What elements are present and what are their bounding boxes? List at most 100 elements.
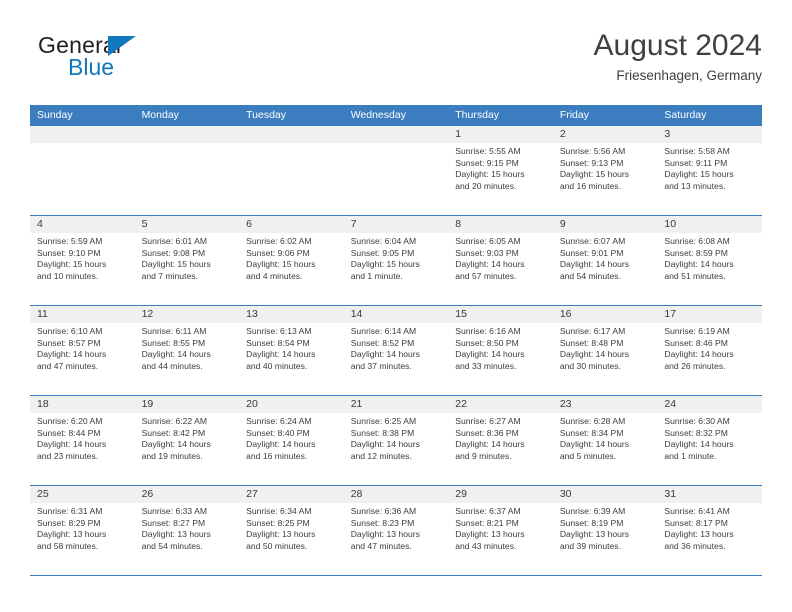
day-detail-line: Sunrise: 6:33 AM bbox=[141, 506, 208, 516]
weekday-header-wednesday: Wednesday bbox=[350, 109, 406, 121]
calendar-day-30[interactable]: 30 Sunrise: 6:39 AM Sunset: 8:19 PM Dayligh… bbox=[552, 486, 658, 575]
calendar-day-11[interactable]: 11 Sunrise: 6:10 AM Sunset: 8:57 PM Dayligh… bbox=[30, 306, 135, 395]
calendar-day-17[interactable]: 17 Sunrise: 6:19 AM Sunset: 8:46 PM Dayligh… bbox=[657, 306, 762, 395]
day-detail-line: Sunset: 9:13 PM bbox=[559, 157, 624, 168]
day-details: Sunrise: 6:34 AM Sunset: 8:25 PM Daylight:… bbox=[239, 503, 344, 552]
calendar-day-16[interactable]: 16 Sunrise: 6:17 AM Sunset: 8:48 PM Dayligh… bbox=[552, 306, 658, 395]
day-details bbox=[135, 143, 240, 146]
day-number: 27 bbox=[239, 486, 344, 503]
day-detail-line: Sunset: 8:55 PM bbox=[141, 337, 206, 348]
calendar-day-2[interactable]: 2 Sunrise: 5:56 AM Sunset: 9:13 PM Daylight… bbox=[552, 126, 658, 215]
day-number: 16 bbox=[552, 306, 658, 323]
day-detail-line: Sunrise: 6:25 AM bbox=[350, 416, 417, 426]
calendar-week-row: 25 Sunrise: 6:31 AM Sunset: 8:29 PM Dayligh… bbox=[30, 486, 762, 576]
calendar-day-14[interactable]: 14 Sunrise: 6:14 AM Sunset: 8:52 PM Dayligh… bbox=[343, 306, 449, 395]
day-detail-line: Daylight: 14 hours bbox=[664, 259, 734, 270]
calendar-day-19[interactable]: 19 Sunrise: 6:22 AM Sunset: 8:42 PM Dayligh… bbox=[134, 396, 240, 485]
day-detail-line: and 23 minutes. bbox=[37, 450, 99, 461]
day-number: 20 bbox=[239, 396, 344, 413]
calendar-day-4[interactable]: 4 Sunrise: 5:59 AM Sunset: 9:10 PM Daylight… bbox=[30, 216, 135, 305]
day-details: Sunrise: 6:17 AM Sunset: 8:48 PM Daylight:… bbox=[553, 323, 658, 372]
day-details: Sunrise: 6:31 AM Sunset: 8:29 PM Daylight:… bbox=[30, 503, 135, 552]
general-blue-logo[interactable]: General Blue bbox=[38, 32, 218, 92]
day-details: Sunrise: 6:13 AM Sunset: 8:54 PM Daylight:… bbox=[239, 323, 344, 372]
day-detail-line: and 36 minutes. bbox=[664, 540, 726, 551]
day-detail-line: Sunrise: 6:22 AM bbox=[141, 416, 208, 426]
calendar-day-26[interactable]: 26 Sunrise: 6:33 AM Sunset: 8:27 PM Dayligh… bbox=[134, 486, 240, 575]
day-detail-line: Sunrise: 6:31 AM bbox=[37, 506, 103, 516]
calendar-day-23[interactable]: 23 Sunrise: 6:28 AM Sunset: 8:34 PM Dayligh… bbox=[552, 396, 658, 485]
day-detail-line: and 37 minutes. bbox=[350, 360, 412, 371]
calendar-day-13[interactable]: 13 Sunrise: 6:13 AM Sunset: 8:54 PM Dayligh… bbox=[239, 306, 344, 395]
day-details: Sunrise: 6:36 AM Sunset: 8:23 PM Daylight:… bbox=[344, 503, 449, 552]
day-number: 22 bbox=[448, 396, 553, 413]
calendar-day-21[interactable]: 21 Sunrise: 6:25 AM Sunset: 8:38 PM Dayligh… bbox=[343, 396, 449, 485]
weekday-header-thursday: Thursday bbox=[455, 109, 500, 121]
calendar-week-row: 4 Sunrise: 5:59 AM Sunset: 9:10 PM Daylight… bbox=[30, 216, 762, 306]
day-detail-line: and 54 minutes. bbox=[559, 270, 621, 281]
day-detail-line: and 1 minute. bbox=[664, 450, 717, 461]
calendar-day-31[interactable]: 31 Sunrise: 6:41 AM Sunset: 8:17 PM Dayligh… bbox=[657, 486, 762, 575]
day-detail-line: Sunrise: 6:34 AM bbox=[246, 506, 312, 516]
day-details: Sunrise: 6:07 AM Sunset: 9:01 PM Daylight:… bbox=[553, 233, 658, 282]
day-number bbox=[134, 126, 240, 143]
day-detail-line: Daylight: 14 hours bbox=[246, 439, 316, 450]
day-detail-line: and 26 minutes. bbox=[664, 360, 726, 371]
day-detail-line: Sunrise: 6:01 AM bbox=[141, 236, 208, 246]
day-details: Sunrise: 5:59 AM Sunset: 9:10 PM Daylight:… bbox=[30, 233, 135, 282]
calendar-day-8[interactable]: 8 Sunrise: 6:05 AM Sunset: 9:03 PM Daylight… bbox=[448, 216, 553, 305]
calendar-day-9[interactable]: 9 Sunrise: 6:07 AM Sunset: 9:01 PM Daylight… bbox=[552, 216, 658, 305]
calendar-day-22[interactable]: 22 Sunrise: 6:27 AM Sunset: 8:36 PM Dayligh… bbox=[448, 396, 553, 485]
day-detail-line: Sunrise: 6:17 AM bbox=[559, 326, 626, 336]
weekday-header-tuesday: Tuesday bbox=[246, 109, 287, 121]
calendar-week-row: 1 Sunrise: 5:55 AM Sunset: 9:15 PM Daylight… bbox=[30, 126, 762, 216]
calendar-day-25[interactable]: 25 Sunrise: 6:31 AM Sunset: 8:29 PM Dayligh… bbox=[30, 486, 135, 575]
day-detail-line: Sunrise: 6:04 AM bbox=[350, 236, 417, 246]
day-detail-line: Daylight: 14 hours bbox=[664, 349, 734, 360]
calendar-day-7[interactable]: 7 Sunrise: 6:04 AM Sunset: 9:05 PM Daylight… bbox=[343, 216, 449, 305]
calendar-day-27[interactable]: 27 Sunrise: 6:34 AM Sunset: 8:25 PM Dayligh… bbox=[239, 486, 344, 575]
calendar-day-15[interactable]: 15 Sunrise: 6:16 AM Sunset: 8:50 PM Dayligh… bbox=[448, 306, 553, 395]
day-detail-line: Sunset: 8:36 PM bbox=[455, 427, 519, 438]
day-detail-line: Sunset: 8:42 PM bbox=[141, 427, 206, 438]
day-detail-line: Sunset: 8:25 PM bbox=[246, 517, 310, 528]
calendar-day-20[interactable]: 20 Sunrise: 6:24 AM Sunset: 8:40 PM Dayligh… bbox=[239, 396, 344, 485]
day-details: Sunrise: 6:19 AM Sunset: 8:46 PM Daylight:… bbox=[657, 323, 762, 372]
day-detail-line: Sunrise: 6:16 AM bbox=[455, 326, 521, 336]
day-detail-line: and 1 minute. bbox=[350, 270, 403, 281]
day-details: Sunrise: 6:37 AM Sunset: 8:21 PM Daylight:… bbox=[448, 503, 553, 552]
calendar-day-empty bbox=[239, 126, 344, 215]
day-detail-line: Daylight: 13 hours bbox=[141, 529, 211, 540]
day-detail-line: and 57 minutes. bbox=[455, 270, 517, 281]
calendar-day-29[interactable]: 29 Sunrise: 6:37 AM Sunset: 8:21 PM Dayligh… bbox=[448, 486, 553, 575]
day-detail-line: Daylight: 14 hours bbox=[246, 349, 316, 360]
page-header: General Blue August 2024 Friesenhagen, G… bbox=[30, 28, 762, 98]
calendar-day-1[interactable]: 1 Sunrise: 5:55 AM Sunset: 9:15 PM Daylight… bbox=[448, 126, 553, 215]
day-detail-line: Sunrise: 6:37 AM bbox=[455, 506, 521, 516]
day-detail-line: Daylight: 15 hours bbox=[246, 259, 316, 270]
day-details bbox=[344, 143, 449, 146]
weekday-header-saturday: Saturday bbox=[664, 109, 707, 121]
day-detail-line: Sunrise: 6:39 AM bbox=[559, 506, 626, 516]
day-detail-line: Sunset: 8:57 PM bbox=[37, 337, 101, 348]
day-detail-line: Sunset: 8:44 PM bbox=[37, 427, 101, 438]
day-number: 24 bbox=[657, 396, 762, 413]
day-detail-line: and 12 minutes. bbox=[350, 450, 412, 461]
calendar-day-5[interactable]: 5 Sunrise: 6:01 AM Sunset: 9:08 PM Daylight… bbox=[134, 216, 240, 305]
day-detail-line: and 10 minutes. bbox=[37, 270, 99, 281]
day-details: Sunrise: 5:58 AM Sunset: 9:11 PM Daylight:… bbox=[657, 143, 762, 192]
calendar-day-3[interactable]: 3 Sunrise: 5:58 AM Sunset: 9:11 PM Daylight… bbox=[657, 126, 762, 215]
calendar-day-6[interactable]: 6 Sunrise: 6:02 AM Sunset: 9:06 PM Daylight… bbox=[239, 216, 344, 305]
day-number: 12 bbox=[134, 306, 240, 323]
calendar-day-18[interactable]: 18 Sunrise: 6:20 AM Sunset: 8:44 PM Dayligh… bbox=[30, 396, 135, 485]
calendar-day-10[interactable]: 10 Sunrise: 6:08 AM Sunset: 8:59 PM Dayligh… bbox=[657, 216, 762, 305]
calendar-day-28[interactable]: 28 Sunrise: 6:36 AM Sunset: 8:23 PM Dayligh… bbox=[343, 486, 449, 575]
day-details: Sunrise: 6:24 AM Sunset: 8:40 PM Daylight:… bbox=[239, 413, 344, 462]
calendar-grid: Sunday Monday Tuesday Wednesday Thursday Frid… bbox=[30, 105, 762, 576]
day-number: 14 bbox=[343, 306, 449, 323]
day-detail-line: Sunrise: 6:02 AM bbox=[246, 236, 312, 246]
calendar-day-24[interactable]: 24 Sunrise: 6:30 AM Sunset: 8:32 PM Dayligh… bbox=[657, 396, 762, 485]
day-details: Sunrise: 6:28 AM Sunset: 8:34 PM Daylight:… bbox=[553, 413, 658, 462]
calendar-day-empty bbox=[134, 126, 240, 215]
calendar-day-12[interactable]: 12 Sunrise: 6:11 AM Sunset: 8:55 PM Dayligh… bbox=[134, 306, 240, 395]
